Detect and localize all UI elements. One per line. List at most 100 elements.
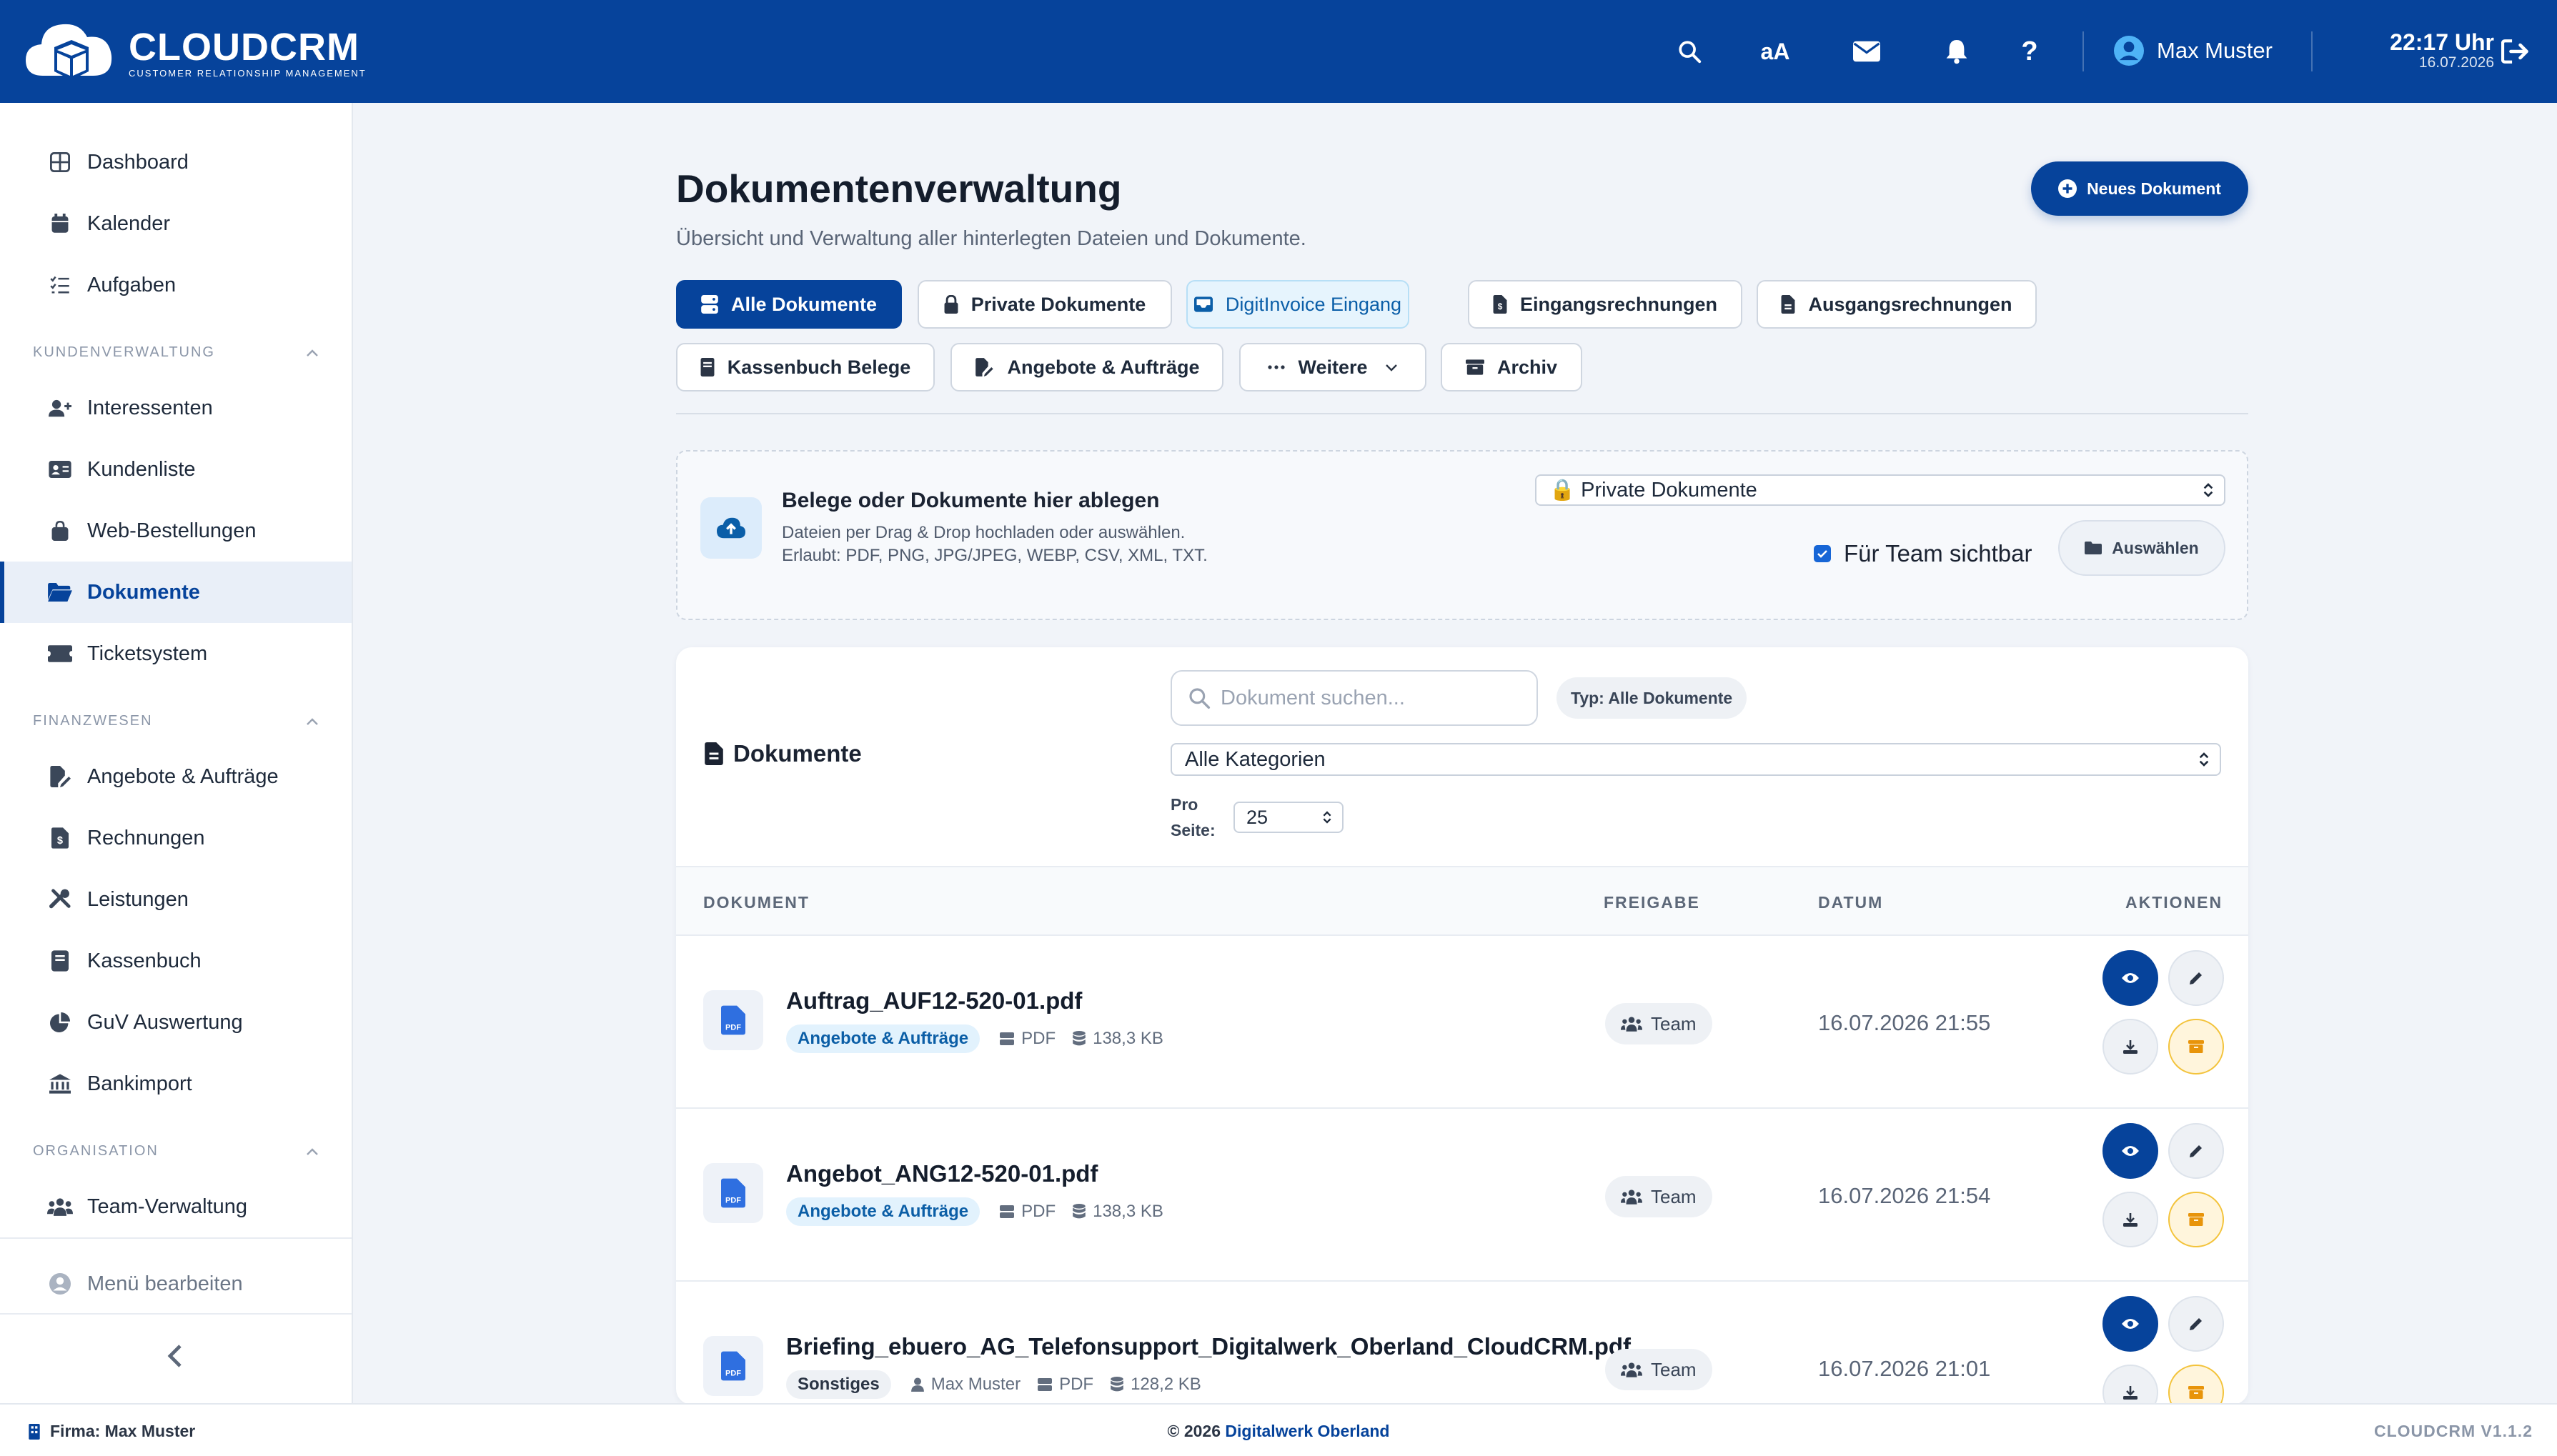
sidebar-item-tickets[interactable]: Ticketsystem (0, 623, 352, 684)
sidebar-item-services[interactable]: Leistungen (0, 869, 352, 930)
tab-private-documents[interactable]: Private Dokumente (918, 280, 1172, 329)
download-button[interactable] (2102, 1365, 2158, 1405)
sidebar-item-invoices[interactable]: $ Rechnungen (0, 807, 352, 869)
inbox-icon (1193, 296, 1213, 312)
select-chevron-icon (1323, 811, 1331, 824)
sidebar-item-leads[interactable]: Interessenten (0, 377, 352, 439)
sidebar-item-label: Team-Verwaltung (87, 1195, 248, 1218)
share-badge: Team (1605, 1349, 1712, 1390)
tab-all-documents[interactable]: Alle Dokumente (676, 280, 902, 329)
sidebar-item-bank-import[interactable]: Bankimport (0, 1053, 352, 1115)
archive-button[interactable] (2168, 1192, 2224, 1247)
folder-icon (2085, 542, 2102, 554)
view-button[interactable] (2102, 1296, 2158, 1352)
tab-archive[interactable]: Archiv (1441, 343, 1582, 392)
upload-target-select[interactable]: 🔒 Private Dokumente (1535, 474, 2225, 506)
edit-menu-label: Menü bearbeiten (87, 1272, 243, 1295)
sidebar-item-label: Dashboard (87, 150, 189, 174)
tab-label: Eingangsrechnungen (1519, 293, 1718, 315)
view-button[interactable] (2102, 950, 2158, 1006)
column-header-date: DATUM (1818, 893, 1884, 912)
cloud-logo-icon (26, 24, 112, 80)
documents-title-label: Dokumente (733, 740, 862, 767)
plus-circle-icon (2058, 179, 2077, 198)
sidebar-item-calendar[interactable]: Kalender (0, 193, 352, 254)
section-header-customers[interactable]: KUNDENVERWALTUNG (33, 344, 319, 361)
tab-more-dropdown[interactable]: Weitere (1239, 343, 1426, 392)
category-select[interactable]: Alle Kategorien (1171, 743, 2221, 776)
user-icon (910, 1377, 924, 1392)
type-filter-badge[interactable]: Typ: Alle Dokumente (1556, 677, 1747, 719)
database-icon (1073, 1031, 1086, 1046)
edit-button[interactable] (2168, 1296, 2224, 1352)
tab-label: Private Dokumente (970, 293, 1146, 315)
file-type: PDF (1038, 1375, 1093, 1395)
sidebar-item-customers[interactable]: Kundenliste (0, 439, 352, 500)
view-button[interactable] (2102, 1123, 2158, 1179)
archive-button[interactable] (2168, 1365, 2224, 1405)
sidebar-item-offers-orders[interactable]: Angebote & Aufträge (0, 746, 352, 807)
file-type-icon (1000, 1032, 1015, 1045)
sidebar-item-team[interactable]: Team-Verwaltung (0, 1176, 352, 1237)
archive-icon (2188, 1213, 2204, 1226)
edit-menu-button[interactable]: Menü bearbeiten (0, 1253, 352, 1315)
team-visible-checkbox[interactable]: Für Team sichtbar (1814, 540, 2032, 567)
share-badge: Team (1605, 1176, 1712, 1217)
pdf-file-icon: PDF (703, 1163, 763, 1223)
tab-outgoing-invoices[interactable]: Ausgangsrechnungen (1757, 280, 2037, 329)
pdf-file-icon: PDF (703, 990, 763, 1050)
user-menu[interactable]: Max Muster (2114, 36, 2273, 66)
tab-label: Weitere (1298, 356, 1368, 378)
section-header-organisation[interactable]: ORGANISATION (33, 1143, 319, 1160)
divider (0, 1313, 352, 1315)
tab-offers-orders[interactable]: Angebote & Aufträge (950, 343, 1223, 392)
choose-files-button[interactable]: Auswählen (2058, 520, 2225, 576)
logout-icon (2501, 39, 2528, 64)
category-badge: Sonstiges (786, 1370, 891, 1399)
file-size-label: 128,2 KB (1131, 1375, 1201, 1394)
document-date: 16.07.2026 21:01 (1818, 1356, 1991, 1381)
tab-digitinvoice-inbox[interactable]: DigitInvoice Eingang (1186, 280, 1409, 329)
document-search-input[interactable]: Dokument suchen... (1171, 670, 1538, 726)
sidebar-item-documents[interactable]: Dokumente (0, 562, 352, 623)
mail-button[interactable] (1851, 36, 1882, 67)
edit-button[interactable] (2168, 1123, 2224, 1179)
tab-incoming-invoices[interactable]: $ Eingangsrechnungen (1468, 280, 1742, 329)
user-name: Max Muster (2157, 38, 2273, 63)
checkbox-checked-icon (1814, 545, 1831, 562)
sidebar-item-dashboard[interactable]: Dashboard (0, 131, 352, 193)
logo[interactable]: CLOUDCRM CUSTOMER RELATIONSHIP MANAGEMEN… (21, 19, 367, 87)
file-size: 128,2 KB (1111, 1375, 1201, 1395)
upload-dropzone[interactable]: Belege oder Dokumente hier ablegen Datei… (676, 450, 2248, 620)
download-button[interactable] (2102, 1019, 2158, 1074)
new-document-button[interactable]: Neues Dokument (2031, 161, 2248, 216)
download-button[interactable] (2102, 1192, 2158, 1247)
table-row[interactable]: PDF Auftrag_AUF12-520-01.pdf Angebote & … (676, 936, 2248, 1109)
section-header-finance[interactable]: FINANZWESEN (33, 713, 319, 729)
per-page-select[interactable]: 25 (1233, 802, 1344, 833)
file-name[interactable]: Auftrag_AUF12-520-01.pdf (786, 987, 1082, 1014)
file-name[interactable]: Angebot_ANG12-520-01.pdf (786, 1160, 1098, 1187)
edit-button[interactable] (2168, 950, 2224, 1006)
ticket-icon (47, 641, 73, 667)
file-size-label: 138,3 KB (1093, 1029, 1163, 1048)
tab-cashbook-receipts[interactable]: Kassenbuch Belege (676, 343, 935, 392)
tab-label: Angebote & Aufträge (1007, 356, 1200, 378)
sidebar-item-pnl[interactable]: GuV Auswertung (0, 992, 352, 1053)
notifications-button[interactable] (1941, 36, 1972, 67)
archive-button[interactable] (2168, 1019, 2224, 1074)
sidebar-item-label: Leistungen (87, 887, 189, 911)
sidebar-item-cashbook[interactable]: Kassenbuch (0, 930, 352, 992)
sidebar-item-web-orders[interactable]: Web-Bestellungen (0, 500, 352, 562)
tasks-icon (47, 272, 73, 298)
logout-button[interactable] (2500, 36, 2531, 67)
help-button[interactable]: ? (2014, 36, 2045, 67)
table-row[interactable]: PDF Angebot_ANG12-520-01.pdf Angebote & … (676, 1109, 2248, 1282)
collapse-sidebar-button[interactable] (162, 1342, 190, 1370)
table-row[interactable]: PDF Briefing_ebuero_AG_Telefonsupport_Di… (676, 1282, 2248, 1405)
font-size-button[interactable]: aA (1759, 36, 1791, 67)
sidebar-item-tasks[interactable]: Aufgaben (0, 254, 352, 316)
file-name[interactable]: Briefing_ebuero_AG_Telefonsupport_Digita… (786, 1333, 1631, 1360)
search-button[interactable] (1674, 36, 1705, 67)
company-link[interactable]: Digitalwerk Oberland (1225, 1422, 1389, 1440)
